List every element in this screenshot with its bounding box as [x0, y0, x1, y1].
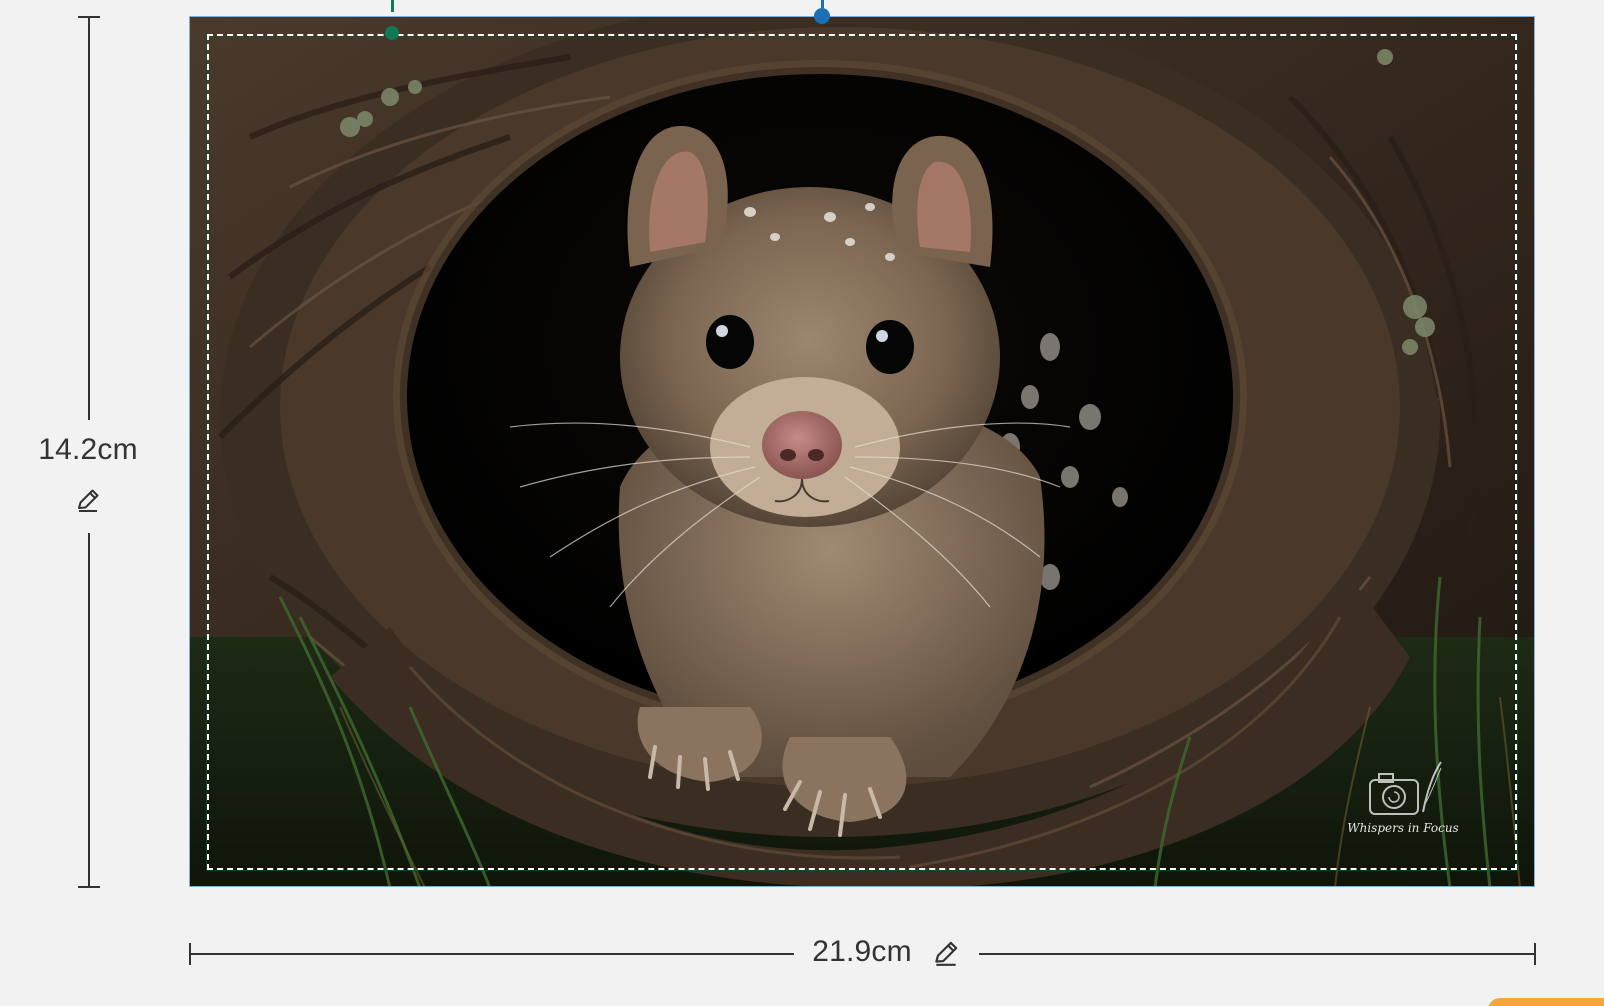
- width-label: 21.9cm: [812, 935, 912, 968]
- watermark-text: Whispers in Focus: [1347, 821, 1458, 835]
- width-ruler-line-left: [190, 953, 794, 955]
- crop-handle[interactable]: [385, 26, 399, 40]
- crop-handle-stem: [391, 0, 394, 12]
- rotate-handle[interactable]: [814, 8, 830, 24]
- height-label: 14.2cm: [38, 433, 138, 466]
- width-ruler-right-cap: [1534, 943, 1536, 965]
- pencil-icon[interactable]: [74, 486, 102, 514]
- accent-tab[interactable]: [1488, 998, 1604, 1006]
- height-ruler-line-bottom: [88, 533, 90, 887]
- width-ruler-line-right: [979, 953, 1535, 955]
- image-editor-canvas: 14.2cm Whispers in Focus 21.9cm: [0, 0, 1604, 1006]
- height-ruler-bottom-cap: [78, 886, 100, 888]
- image-frame[interactable]: Whispers in Focus: [189, 16, 1535, 887]
- height-ruler-line-top: [88, 16, 90, 420]
- quoll-photo: Whispers in Focus: [190, 17, 1534, 886]
- rotate-handle-stem: [821, 0, 824, 8]
- pencil-icon[interactable]: [931, 938, 961, 968]
